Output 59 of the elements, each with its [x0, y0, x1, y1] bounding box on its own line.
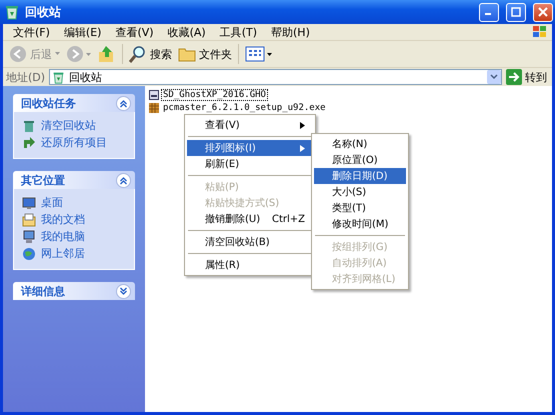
task-link[interactable]: 我的电脑 [41, 229, 85, 244]
task-link[interactable]: 还原所有项目 [41, 135, 107, 150]
close-icon [538, 7, 548, 17]
menu-item[interactable]: 清空回收站(B) [187, 234, 313, 250]
trash-icon [22, 118, 36, 132]
menu-item[interactable]: 名称(N) [314, 136, 406, 152]
arrow-icon [22, 136, 36, 150]
menu-bar-item[interactable]: 工具(T) [214, 24, 263, 40]
task-link[interactable]: 清空回收站 [41, 118, 96, 133]
menu-item[interactable]: 类型(T) [314, 200, 406, 216]
menu-item[interactable]: 原位置(O) [314, 152, 406, 168]
caret-icon [55, 52, 60, 56]
menu-item[interactable]: 查看(V) [187, 117, 313, 133]
menu-bar-item[interactable]: 编辑(E) [58, 24, 108, 40]
panel-header[interactable]: 详细信息 [13, 282, 135, 300]
menu-item[interactable]: 修改时间(M) [314, 216, 406, 232]
collapse-icon[interactable] [116, 172, 131, 188]
panel-header[interactable]: 回收站任务 [13, 94, 135, 112]
folder-icon [178, 46, 196, 62]
maximize-icon [511, 7, 521, 17]
address-label: 地址(D) [6, 70, 46, 84]
menu-item[interactable]: 大小(S) [314, 184, 406, 200]
menu-item[interactable]: 刷新(E) [187, 156, 313, 172]
task-link[interactable]: 网上邻居 [41, 246, 85, 261]
collapse-icon[interactable] [116, 96, 131, 110]
menu-bar-item[interactable]: 文件(F) [7, 24, 56, 40]
folder-icon [22, 212, 36, 226]
dropdown-icon[interactable] [487, 70, 501, 84]
task-link[interactable]: 我的文档 [41, 212, 85, 227]
file-name[interactable]: SD_GhostXP_2016.GHO [161, 89, 268, 101]
address-field[interactable]: 回收站 [49, 69, 502, 85]
desktop-icon [22, 196, 36, 210]
file-name[interactable]: pcmaster_6.2.1.0_setup_u92.exe [161, 102, 328, 114]
minimize-button[interactable] [479, 2, 499, 22]
menu-item[interactable]: 排列图标(I) [187, 140, 313, 156]
recycle-bin-icon [4, 4, 20, 20]
search-button[interactable]: 搜索 [129, 45, 172, 63]
menu-item[interactable]: 属性(R) [187, 257, 313, 273]
expand-icon[interactable] [116, 284, 131, 298]
file-icon [149, 90, 159, 100]
search-icon [129, 45, 147, 63]
go-button[interactable]: 转到 [506, 69, 549, 85]
maximize-button[interactable] [506, 2, 526, 22]
menu-bar-item[interactable]: 收藏(A) [162, 24, 212, 40]
close-button[interactable] [533, 2, 553, 22]
globe-icon [22, 246, 36, 260]
window-title: 回收站 [25, 4, 62, 20]
installer-icon [149, 103, 159, 113]
folders-button[interactable]: 文件夹 [178, 46, 232, 62]
recycle-bin-icon [52, 70, 66, 84]
menu-bar-item[interactable]: 查看(V) [109, 24, 160, 40]
menu-bar-item[interactable]: 帮助(H) [265, 24, 316, 40]
menu-item[interactable]: 删除日期(D) [314, 168, 406, 184]
computer-icon [22, 230, 36, 244]
panel-header[interactable]: 其它位置 [13, 171, 135, 189]
task-link[interactable]: 桌面 [41, 195, 63, 210]
windows-flag-icon [532, 25, 548, 39]
views-button[interactable] [245, 45, 273, 63]
menu-item[interactable]: 撤销删除(U) Ctrl+Z [187, 211, 313, 227]
